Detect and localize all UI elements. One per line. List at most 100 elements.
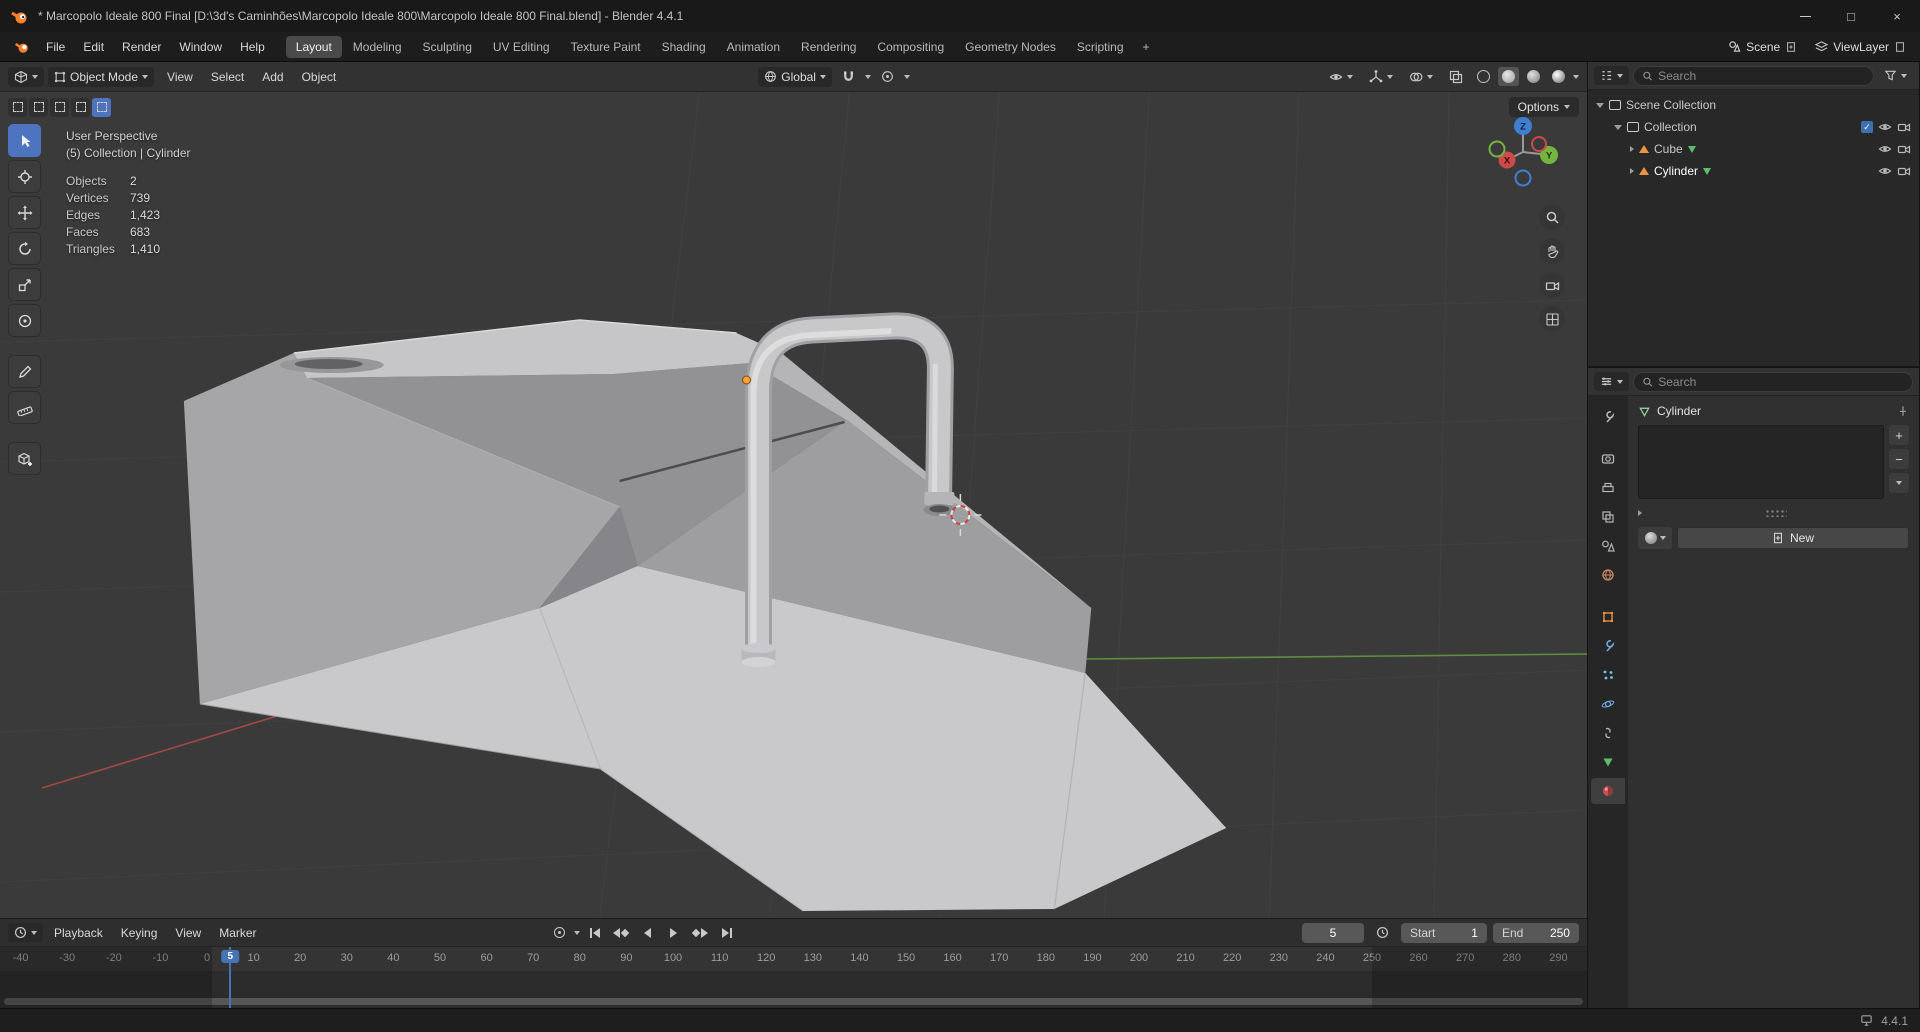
remove-slot-button[interactable]: − <box>1889 449 1909 469</box>
gizmo-x-negative[interactable] <box>1531 136 1547 152</box>
ortho-toggle-button[interactable] <box>1539 306 1565 332</box>
shading-material-button[interactable] <box>1523 67 1544 86</box>
select-mode-invert[interactable] <box>71 97 90 117</box>
workspace-tab[interactable]: Compositing <box>867 36 954 58</box>
menu-item[interactable]: Window <box>170 37 231 57</box>
overlays-dropdown[interactable] <box>1403 67 1439 87</box>
tool-add-cube[interactable] <box>8 442 41 475</box>
navigation-gizmo[interactable]: Z Y X <box>1477 106 1569 198</box>
browse-material-button[interactable] <box>1638 527 1672 549</box>
select-mode-intersect[interactable] <box>92 97 111 117</box>
properties-tab-view-layer[interactable] <box>1591 504 1625 530</box>
properties-tab-scene[interactable] <box>1591 533 1625 559</box>
tool-transform[interactable] <box>8 304 41 337</box>
outliner-search-input[interactable] <box>1658 68 1865 83</box>
tool-annotate[interactable] <box>8 355 41 388</box>
hide-eye-icon[interactable] <box>1878 120 1892 134</box>
menu-item[interactable]: Render <box>113 37 170 57</box>
material-slot-list[interactable] <box>1638 425 1884 499</box>
outliner-row-scene-collection[interactable]: Scene Collection <box>1588 94 1919 116</box>
camera-view-button[interactable] <box>1539 272 1565 298</box>
tool-rotate[interactable] <box>8 232 41 265</box>
shading-options-caret[interactable] <box>1573 74 1579 79</box>
select-mode-set[interactable] <box>8 97 27 117</box>
properties-tab-modifiers[interactable] <box>1591 633 1625 659</box>
disable-render-camera-icon[interactable] <box>1897 142 1911 156</box>
select-mode-subtract[interactable] <box>50 97 69 117</box>
viewport-3d[interactable]: Options User Perspective (5) Collection … <box>0 92 1587 918</box>
tool-cursor[interactable] <box>8 160 41 193</box>
current-frame-field[interactable]: 5 <box>1301 922 1364 943</box>
editor-type-button[interactable] <box>8 66 44 87</box>
workspace-tab[interactable]: Layout <box>285 35 342 58</box>
expander-icon[interactable] <box>1614 124 1622 130</box>
workspace-tab[interactable]: Shading <box>652 36 716 58</box>
frame-start-field[interactable]: Start 1 <box>1400 922 1487 943</box>
properties-tab-tool[interactable] <box>1591 404 1625 430</box>
select-mode-extend[interactable] <box>29 97 48 117</box>
viewport-menu-item[interactable]: Object <box>293 67 346 87</box>
keying-options-caret[interactable] <box>574 930 581 935</box>
timeline-menu-item[interactable]: View <box>166 923 210 943</box>
timeline-scrollbar[interactable] <box>4 998 1583 1005</box>
blender-menu-button[interactable] <box>8 36 35 57</box>
workspace-tab[interactable]: Animation <box>717 36 790 58</box>
disable-render-camera-icon[interactable] <box>1897 164 1911 178</box>
properties-tab-constraints[interactable] <box>1591 720 1625 746</box>
viewport-canvas[interactable] <box>0 92 1587 918</box>
workspace-tab[interactable]: Scripting <box>1067 36 1134 58</box>
expander-icon[interactable] <box>1596 102 1604 108</box>
new-material-button[interactable]: New <box>1677 527 1909 549</box>
properties-tab-object[interactable] <box>1591 604 1625 630</box>
gizmo-z-negative[interactable] <box>1514 169 1532 187</box>
workspace-tab[interactable]: Rendering <box>791 36 866 58</box>
close-button[interactable]: × <box>1874 0 1920 32</box>
maximize-button[interactable]: □ <box>1828 0 1874 32</box>
workspace-tab[interactable]: Sculpting <box>413 36 482 58</box>
timeline-menu-item[interactable]: Keying <box>112 923 167 943</box>
object-type-visibility-dropdown[interactable] <box>1323 67 1359 87</box>
properties-tab-particles[interactable] <box>1591 662 1625 688</box>
properties-tab-data[interactable] <box>1591 749 1625 775</box>
viewport-menu-item[interactable]: View <box>158 67 202 87</box>
timeline-menu-item[interactable]: Marker <box>210 923 265 943</box>
proportional-editing-toggle[interactable] <box>875 67 900 86</box>
timeline-editor-type-button[interactable] <box>8 923 43 942</box>
playhead-badge[interactable]: 5 <box>221 950 240 963</box>
slot-specials-button[interactable] <box>1889 473 1909 493</box>
workspace-tab[interactable]: Geometry Nodes <box>955 36 1066 58</box>
scene-selector[interactable]: Scene <box>1722 38 1803 56</box>
gizmos-dropdown[interactable] <box>1363 67 1399 87</box>
viewport-menu-item[interactable]: Select <box>202 67 253 87</box>
menu-item[interactable]: Help <box>231 37 274 57</box>
outliner-row-cylinder[interactable]: Cylinder <box>1588 160 1919 182</box>
pan-button[interactable] <box>1539 238 1565 264</box>
next-keyframe-button[interactable] <box>688 923 712 943</box>
tool-move[interactable] <box>8 196 41 229</box>
add-slot-button[interactable]: + <box>1889 425 1909 445</box>
gizmo-y-negative[interactable] <box>1488 140 1506 158</box>
snap-options-caret[interactable] <box>864 74 871 79</box>
properties-tab-material[interactable] <box>1591 778 1625 804</box>
properties-tab-render[interactable] <box>1591 446 1625 472</box>
model-bus-body[interactable] <box>183 319 1227 912</box>
jump-to-start-button[interactable] <box>583 923 606 943</box>
hide-eye-icon[interactable] <box>1878 164 1892 178</box>
view-layer-selector[interactable]: ViewLayer <box>1809 38 1912 56</box>
workspace-tab[interactable]: Modeling <box>343 36 412 58</box>
tool-tweak-select[interactable] <box>8 124 41 157</box>
timeline-track-area[interactable] <box>0 971 1587 1008</box>
menu-item[interactable]: Edit <box>74 37 113 57</box>
transform-orientation-dropdown[interactable]: Global <box>758 66 832 87</box>
shading-solid-button[interactable] <box>1498 67 1519 86</box>
jump-to-end-button[interactable] <box>715 923 738 943</box>
outliner-display-mode-button[interactable] <box>1594 66 1629 85</box>
expander-icon[interactable] <box>1630 146 1634 152</box>
disable-render-camera-icon[interactable] <box>1897 120 1911 134</box>
outliner-filter-button[interactable] <box>1878 66 1913 85</box>
expander-icon[interactable] <box>1638 510 1642 516</box>
properties-editor-type-button[interactable] <box>1594 372 1629 391</box>
menu-item[interactable]: File <box>37 37 74 57</box>
use-preview-range-toggle[interactable] <box>1370 923 1395 942</box>
hide-eye-icon[interactable] <box>1878 142 1892 156</box>
